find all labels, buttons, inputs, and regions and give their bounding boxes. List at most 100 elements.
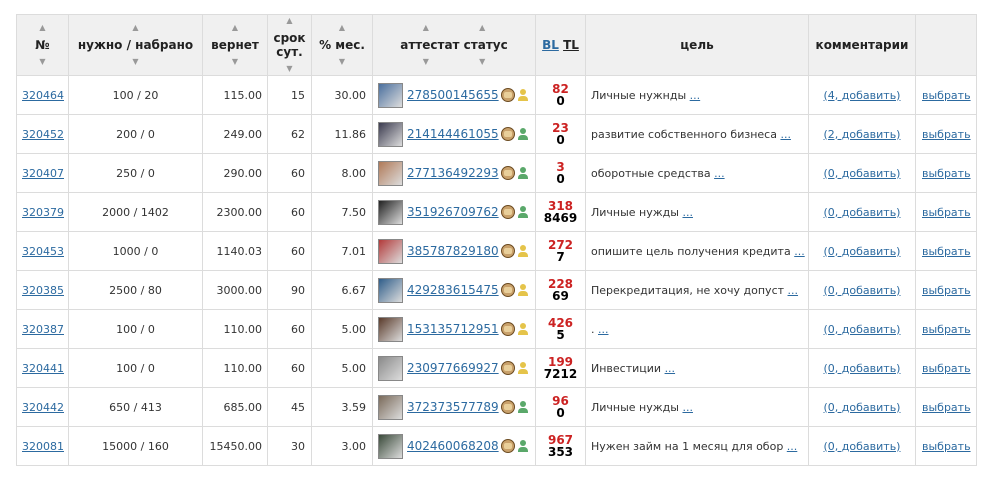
comments-link[interactable]: (0, добавить) — [824, 245, 901, 258]
wmid-link[interactable]: 372373577789 — [407, 400, 501, 414]
sort-up-icon[interactable]: ▲ ▲ — [423, 24, 485, 32]
avatar[interactable] — [378, 199, 403, 225]
comments-link[interactable]: (2, добавить) — [824, 128, 901, 141]
choose-link[interactable]: выбрать — [922, 284, 971, 297]
avatar[interactable] — [378, 394, 403, 420]
goal-more-link[interactable]: ... — [598, 323, 609, 336]
bl-sort-link[interactable]: BL — [542, 38, 559, 52]
cell-attest: 278500145655 — [372, 75, 536, 115]
certificate-icon[interactable] — [501, 88, 515, 102]
avatar[interactable] — [378, 355, 403, 381]
goal-more-link[interactable]: ... — [665, 362, 676, 375]
wmid-link[interactable]: 153135712951 — [407, 322, 501, 336]
tl-sort-link[interactable]: TL — [563, 38, 579, 52]
goal-more-link[interactable]: ... — [780, 128, 791, 141]
cell-returns: 290.00 — [202, 153, 268, 193]
sort-down-icon[interactable]: ▼ — [232, 58, 238, 66]
comments-link[interactable]: (4, добавить) — [824, 89, 901, 102]
loan-id-link[interactable]: 320379 — [22, 206, 64, 219]
choose-link[interactable]: выбрать — [922, 245, 971, 258]
goal-more-link[interactable]: ... — [682, 206, 693, 219]
col-term[interactable]: ▲ срок сут. ▼ — [267, 14, 312, 76]
loan-id-link[interactable]: 320385 — [22, 284, 64, 297]
avatar[interactable] — [378, 121, 403, 147]
choose-link[interactable]: выбрать — [922, 440, 971, 453]
loan-id-link[interactable]: 320464 — [22, 89, 64, 102]
sort-down-icon[interactable]: ▼ — [132, 58, 138, 66]
col-pct[interactable]: ▲ % мес. ▼ — [311, 14, 373, 76]
sort-down-icon[interactable]: ▼ — [339, 58, 345, 66]
loan-id-link[interactable]: 320441 — [22, 362, 64, 375]
loan-id-link[interactable]: 320453 — [22, 245, 64, 258]
table-row: 320452 200 / 0 249.00 62 11.86 214144461… — [16, 114, 977, 154]
cell-choose: выбрать — [915, 114, 977, 154]
avatar[interactable] — [378, 316, 403, 342]
comments-link[interactable]: (0, добавить) — [824, 284, 901, 297]
loan-id-link[interactable]: 320387 — [22, 323, 64, 336]
certificate-icon[interactable] — [501, 166, 515, 180]
col-attest[interactable]: ▲ ▲ аттестат статус ▼ ▼ — [372, 14, 536, 76]
comments-link[interactable]: (0, добавить) — [824, 206, 901, 219]
sort-down-icon[interactable]: ▼ — [39, 58, 45, 66]
choose-link[interactable]: выбрать — [922, 206, 971, 219]
loan-id-link[interactable]: 320452 — [22, 128, 64, 141]
certificate-icon[interactable] — [501, 400, 515, 414]
wmid-link[interactable]: 278500145655 — [407, 88, 501, 102]
wmid-link[interactable]: 214144461055 — [407, 127, 501, 141]
choose-link[interactable]: выбрать — [922, 362, 971, 375]
cell-comments: (4, добавить) — [808, 75, 916, 115]
comments-link[interactable]: (0, добавить) — [824, 323, 901, 336]
choose-link[interactable]: выбрать — [922, 167, 971, 180]
col-returns[interactable]: ▲ вернет ▼ — [202, 14, 268, 76]
comments-link[interactable]: (0, добавить) — [824, 440, 901, 453]
goal-text: развитие собственного бизнеса — [591, 127, 777, 141]
certificate-icon[interactable] — [501, 244, 515, 258]
wmid-link[interactable]: 385787829180 — [407, 244, 501, 258]
choose-link[interactable]: выбрать — [922, 401, 971, 414]
col-need[interactable]: ▲ нужно / набрано ▼ — [68, 14, 203, 76]
certificate-icon[interactable] — [501, 205, 515, 219]
tl-value: 5 — [556, 328, 565, 342]
comments-link[interactable]: (0, добавить) — [824, 401, 901, 414]
sort-up-icon[interactable]: ▲ — [232, 24, 238, 32]
certificate-icon[interactable] — [501, 127, 515, 141]
avatar[interactable] — [378, 238, 403, 264]
goal-more-link[interactable]: ... — [690, 89, 701, 102]
goal-more-link[interactable]: ... — [787, 440, 798, 453]
choose-link[interactable]: выбрать — [922, 323, 971, 336]
choose-link[interactable]: выбрать — [922, 89, 971, 102]
certificate-icon[interactable] — [501, 361, 515, 375]
goal-more-link[interactable]: ... — [714, 167, 725, 180]
col-number[interactable]: ▲ № ▼ — [16, 14, 69, 76]
goal-more-link[interactable]: ... — [788, 284, 799, 297]
sort-up-icon[interactable]: ▲ — [39, 24, 45, 32]
cell-attest: 230977669927 — [372, 348, 536, 388]
sort-up-icon[interactable]: ▲ — [286, 17, 292, 25]
goal-more-link[interactable]: ... — [794, 245, 805, 258]
avatar[interactable] — [378, 433, 403, 459]
avatar[interactable] — [378, 160, 403, 186]
sort-down-icon[interactable]: ▼ — [286, 65, 292, 73]
wmid-link[interactable]: 402460068208 — [407, 439, 501, 453]
loan-id-link[interactable]: 320407 — [22, 167, 64, 180]
choose-link[interactable]: выбрать — [922, 128, 971, 141]
wmid-link[interactable]: 351926709762 — [407, 205, 501, 219]
sort-up-icon[interactable]: ▲ — [132, 24, 138, 32]
sort-down-icon[interactable]: ▼ ▼ — [423, 58, 485, 66]
wmid-link[interactable]: 277136492293 — [407, 166, 501, 180]
avatar[interactable] — [378, 277, 403, 303]
comments-link[interactable]: (0, добавить) — [824, 167, 901, 180]
comments-link[interactable]: (0, добавить) — [824, 362, 901, 375]
cell-bltl: 318 8469 — [535, 192, 586, 232]
cell-choose: выбрать — [915, 426, 977, 466]
loan-id-link[interactable]: 320442 — [22, 401, 64, 414]
wmid-link[interactable]: 230977669927 — [407, 361, 501, 375]
loan-id-link[interactable]: 320081 — [22, 440, 64, 453]
certificate-icon[interactable] — [501, 283, 515, 297]
wmid-link[interactable]: 429283615475 — [407, 283, 501, 297]
goal-more-link[interactable]: ... — [682, 401, 693, 414]
certificate-icon[interactable] — [501, 439, 515, 453]
sort-up-icon[interactable]: ▲ — [339, 24, 345, 32]
certificate-icon[interactable] — [501, 322, 515, 336]
avatar[interactable] — [378, 82, 403, 108]
